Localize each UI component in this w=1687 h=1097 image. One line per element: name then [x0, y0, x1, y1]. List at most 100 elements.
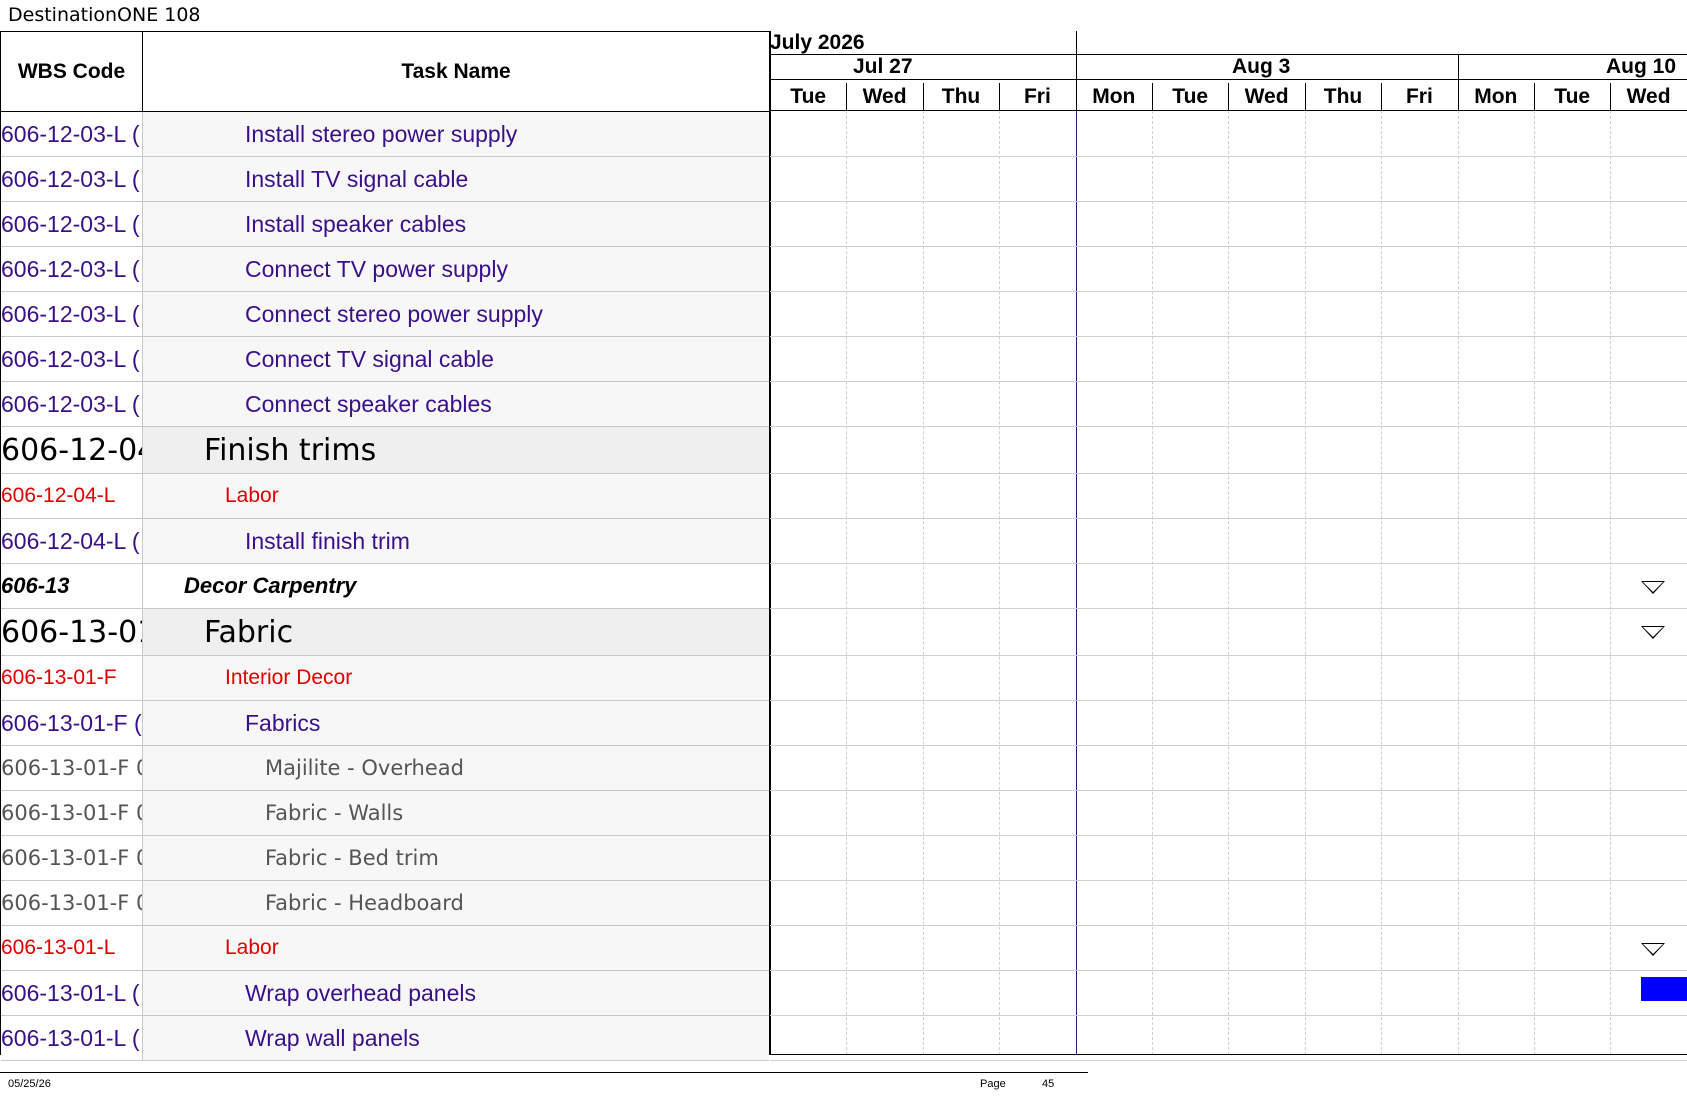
- task-name-text: Majilite - Overhead: [265, 756, 464, 780]
- table-row[interactable]: 606-12-04 Finish trims: [1, 427, 769, 474]
- wbs-code-cell: 606-12-04-L: [1, 474, 143, 518]
- day-label: Mon: [1474, 84, 1518, 108]
- gantt-row-line: [770, 291, 1687, 292]
- day-gridline: [1534, 111, 1535, 1055]
- wbs-code-cell: 606-13-01-L (: [1, 1016, 143, 1060]
- gantt-row-line: [770, 426, 1687, 427]
- day-label: Wed: [1244, 84, 1289, 108]
- gantt-row-line: [770, 563, 1687, 564]
- gantt-row-line: [770, 790, 1687, 791]
- day-label: Tue: [1172, 84, 1209, 108]
- task-name-cell: Install stereo power supply: [143, 112, 769, 156]
- table-row[interactable]: 606-12-03-L (Connect TV signal cable: [1, 337, 769, 382]
- task-name-text: Install speaker cables: [245, 210, 467, 237]
- day-label: Wed: [862, 84, 907, 108]
- day-gridline: [999, 111, 1001, 1055]
- table-row[interactable]: 606-13-01-F 01 Fabric - Headboard: [1, 881, 769, 926]
- task-name-text: Fabric - Walls: [265, 801, 404, 825]
- wbs-code-cell: 606-12-03-L (: [1, 382, 143, 426]
- footer-date: 05/25/26: [8, 1078, 51, 1090]
- summary-triangle-icon[interactable]: [1641, 943, 1665, 956]
- table-row[interactable]: 606-12-03-L ( Connect speaker cables: [1, 382, 769, 427]
- table-row[interactable]: 606-13-01-F Interior Decor: [1, 656, 769, 701]
- wbs-code-cell: 606-12-04: [1, 427, 143, 473]
- task-table: WBS Code Task Name 606-12-03-L (Install …: [0, 31, 770, 1061]
- gantt-row-line: [770, 970, 1687, 971]
- week-divider: [1457, 55, 1459, 111]
- gantt-row-line: [770, 1060, 1687, 1061]
- wbs-code-cell: 606-13-01: [1, 609, 143, 655]
- task-name-text: Connect stereo power supply: [245, 300, 543, 327]
- table-row[interactable]: 606-12-03-L (Install speaker cables: [1, 202, 769, 247]
- task-name-cell: Majilite - Overhead: [143, 746, 769, 790]
- day-gridline: [922, 111, 924, 1055]
- summary-triangle-icon[interactable]: [1641, 626, 1665, 639]
- task-name-cell: Connect TV power supply: [143, 247, 769, 291]
- table-row[interactable]: 606-12-04-L Labor: [1, 474, 769, 519]
- task-name-text: Install finish trim: [245, 527, 410, 554]
- table-row[interactable]: 606-13 Decor Carpentry: [1, 564, 769, 609]
- summary-triangle-icon[interactable]: [1641, 581, 1665, 594]
- task-name-cell: Interior Decor: [143, 656, 769, 700]
- task-name-text: Labor: [225, 936, 279, 959]
- gantt-row-line: [770, 201, 1687, 202]
- gantt-row-line: [770, 700, 1687, 701]
- task-name-cell: Labor: [143, 926, 769, 970]
- table-row[interactable]: 606-13-01-L Labor: [1, 926, 769, 971]
- task-name-cell: Wrap overhead panels: [143, 971, 769, 1015]
- wbs-code-cell: 606-12-03-L (: [1, 337, 143, 381]
- table-row[interactable]: 606-13-01 Fabric: [1, 609, 769, 656]
- table-row[interactable]: 606-13-01-F 01 Majilite - Overhead: [1, 746, 769, 791]
- day-label: Thu: [1323, 84, 1363, 108]
- table-row[interactable]: 606-13-01-F 01 Fabric - Walls: [1, 791, 769, 836]
- task-bar-wrap-overhead-panels[interactable]: [1641, 977, 1687, 1001]
- table-row[interactable]: 606-13-01-L ( Wrap wall panels: [1, 1016, 769, 1061]
- gantt-row-line: [770, 156, 1687, 157]
- document-title: DestinationONE 108: [8, 4, 201, 26]
- task-name-text: Decor Carpentry: [184, 573, 357, 598]
- table-header: WBS Code Task Name: [1, 32, 769, 112]
- task-name-header[interactable]: Task Name: [143, 32, 769, 111]
- day-gridline: [1381, 111, 1383, 1055]
- wbs-code-cell: 606-13-01-F 01: [1, 881, 143, 925]
- wbs-code-cell: 606-13-01-F (: [1, 701, 143, 745]
- task-name-text: Interior Decor: [225, 666, 353, 689]
- table-row[interactable]: 606-12-03-L (Connect stereo power supply: [1, 292, 769, 337]
- task-name-cell: Fabric - Bed trim: [143, 836, 769, 880]
- task-name-cell: Connect TV signal cable: [143, 337, 769, 381]
- table-row[interactable]: 606-12-03-L ( Install TV signal cable: [1, 157, 769, 202]
- task-name-text: Connect speaker cables: [245, 390, 492, 417]
- gantt-row-line: [770, 518, 1687, 519]
- week-label-aug10: Aug 10: [1606, 55, 1677, 78]
- wbs-code-cell: 606-13-01-F 01: [1, 746, 143, 790]
- task-name-text: Install TV signal cable: [245, 165, 469, 192]
- wbs-code-cell: 606-13-01-L (: [1, 971, 143, 1015]
- table-row[interactable]: 606-13-01-F 01 Fabric - Bed trim: [1, 836, 769, 881]
- day-divider: [1610, 83, 1612, 111]
- task-name-cell: Wrap wall panels: [143, 1016, 769, 1060]
- wbs-code-cell: 606-13-01-L: [1, 926, 143, 970]
- week-label-jul27: Jul 27: [853, 55, 913, 78]
- day-label: Wed: [1626, 84, 1671, 108]
- table-row[interactable]: 606-12-03-L ( Install stereo power supply: [1, 112, 769, 157]
- task-name-text: Wrap overhead panels: [245, 979, 476, 1006]
- task-name-text: Labor: [225, 484, 279, 507]
- table-row[interactable]: 606-12-04-L (Install finish trim: [1, 519, 769, 564]
- table-row[interactable]: 606-13-01-F (Fabrics: [1, 701, 769, 746]
- table-row[interactable]: 606-12-03-L (Connect TV power supply: [1, 247, 769, 292]
- day-gridline: [846, 111, 848, 1055]
- day-divider: [1304, 83, 1306, 111]
- gantt-row-line: [770, 473, 1687, 474]
- task-name-text: Install stereo power supply: [245, 120, 518, 147]
- day-gridline: [1610, 111, 1612, 1055]
- task-name-text: Wrap wall panels: [245, 1024, 420, 1051]
- month-divider: [1075, 31, 1077, 111]
- wbs-code-cell: 606-12-03-L (: [1, 157, 143, 201]
- wbs-code-cell: 606-13-01-F 01: [1, 836, 143, 880]
- task-name-cell: Labor: [143, 474, 769, 518]
- day-gridline: [1457, 111, 1459, 1055]
- task-name-cell: Finish trims: [143, 427, 769, 473]
- wbs-code-cell: 606-12-03-L (: [1, 112, 143, 156]
- wbs-code-header[interactable]: WBS Code: [1, 32, 143, 111]
- table-row[interactable]: 606-13-01-L ( Wrap overhead panels: [1, 971, 769, 1016]
